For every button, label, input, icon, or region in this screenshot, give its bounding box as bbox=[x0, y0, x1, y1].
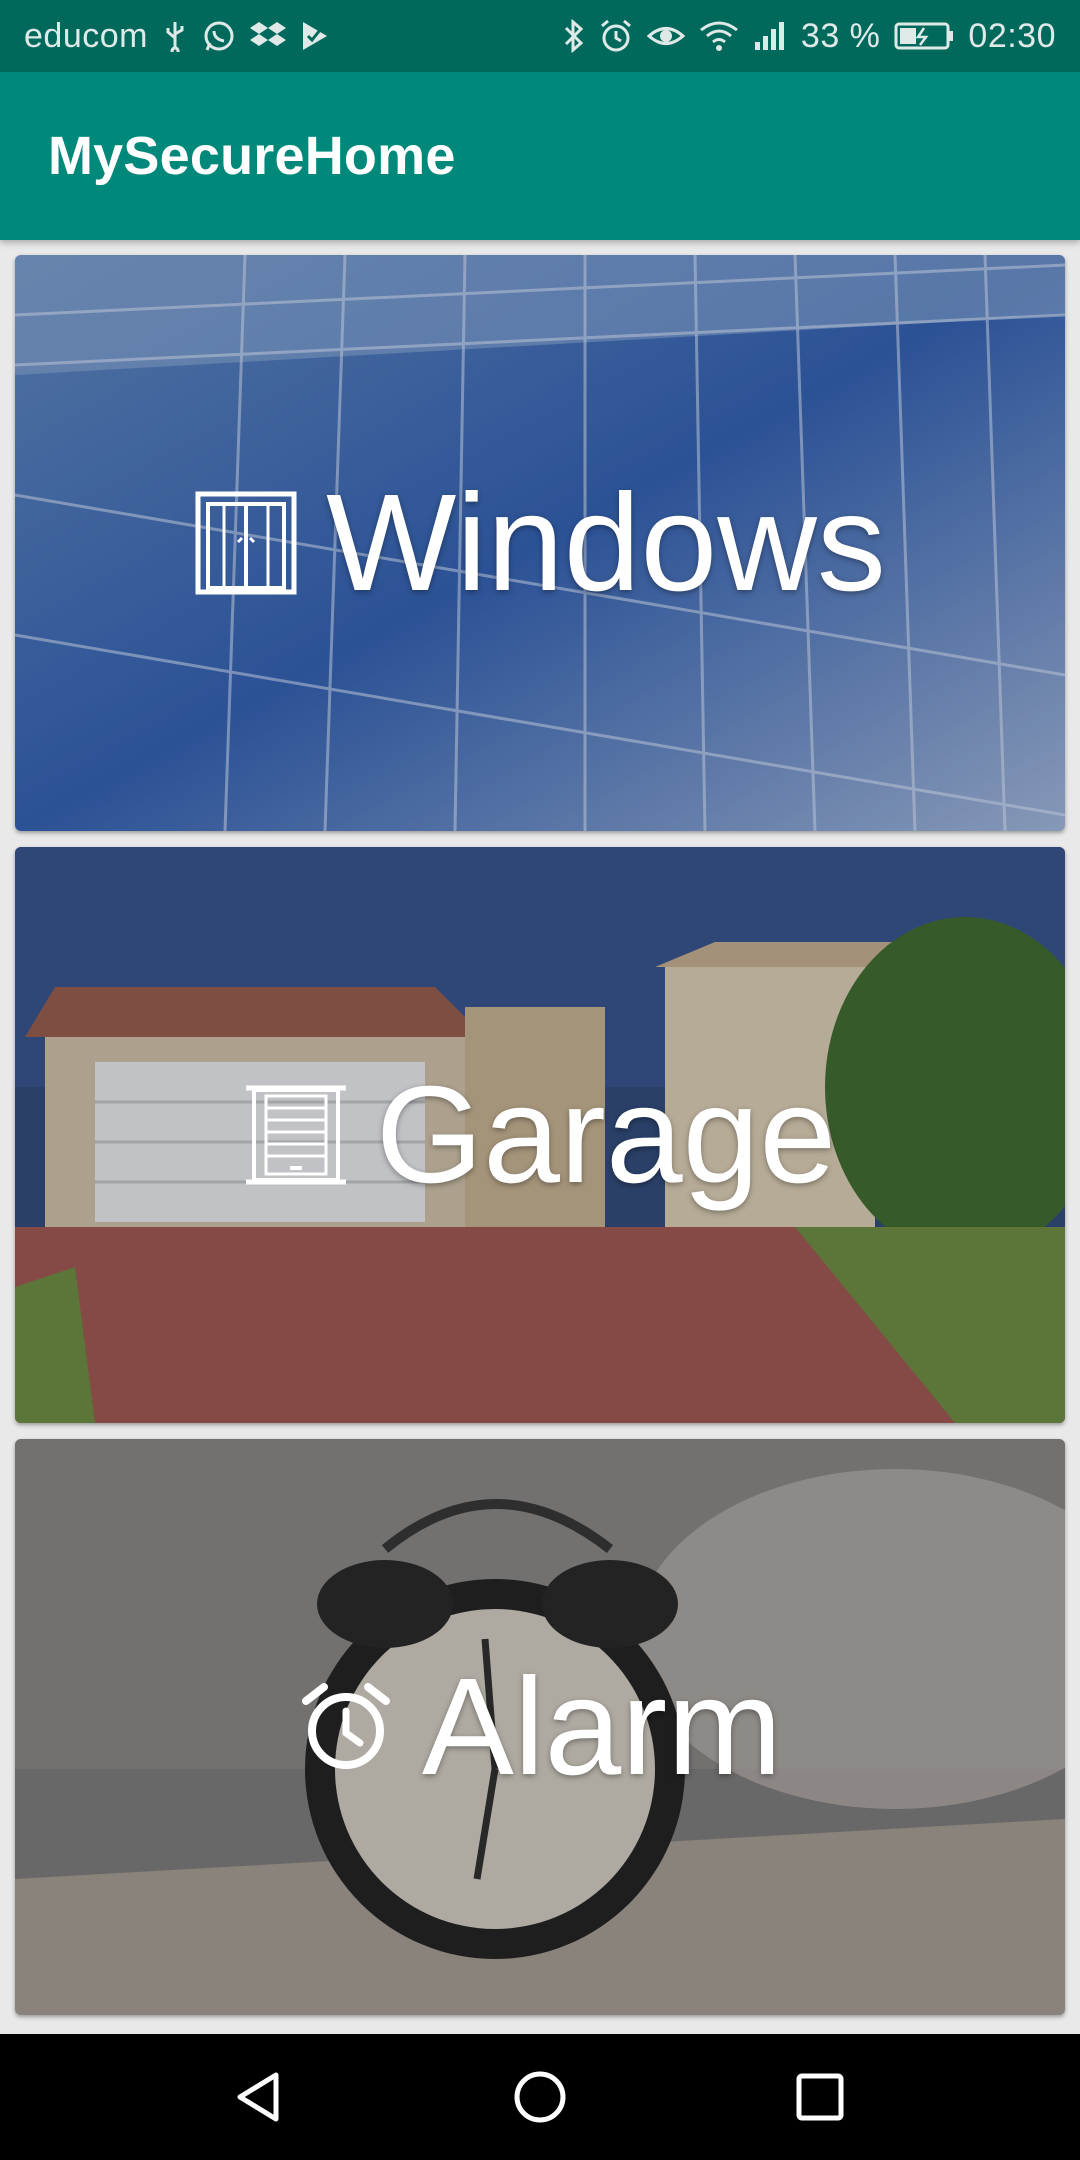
navigation-bar bbox=[0, 2034, 1080, 2160]
home-icon[interactable] bbox=[495, 2052, 585, 2142]
dropbox-icon bbox=[249, 20, 286, 52]
carrier-name: educom bbox=[24, 16, 148, 55]
status-bar-right: 33 % 02:30 bbox=[563, 17, 1056, 56]
battery-icon bbox=[894, 21, 954, 51]
garage-card-content: Garage bbox=[15, 847, 1065, 1423]
usb-icon bbox=[162, 20, 188, 52]
alarm-card[interactable]: Alarm bbox=[15, 1439, 1065, 2015]
windows-card-label: Windows bbox=[326, 465, 886, 620]
alarm-clock-icon bbox=[298, 1679, 394, 1775]
windows-card[interactable]: Windows bbox=[15, 255, 1065, 831]
recents-icon[interactable] bbox=[775, 2052, 865, 2142]
task-icon bbox=[300, 20, 330, 52]
signal-icon bbox=[753, 20, 787, 52]
wifi-icon bbox=[699, 20, 739, 52]
garage-card[interactable]: Garage bbox=[15, 847, 1065, 1423]
app-bar: MySecureHome bbox=[0, 72, 1080, 240]
garage-card-label: Garage bbox=[375, 1057, 837, 1212]
battery-percent: 33 % bbox=[800, 16, 881, 55]
alarm-card-label: Alarm bbox=[421, 1649, 783, 1804]
whatsapp-icon bbox=[202, 19, 236, 53]
window-icon bbox=[194, 490, 298, 596]
alarm-card-content: Alarm bbox=[15, 1439, 1065, 2015]
alarm-icon bbox=[599, 19, 633, 53]
eye-icon bbox=[646, 21, 685, 51]
bluetooth-icon bbox=[563, 19, 585, 53]
app-title: MySecureHome bbox=[48, 126, 456, 186]
clock-time: 02:30 bbox=[968, 16, 1056, 55]
garage-door-icon bbox=[244, 1082, 348, 1188]
status-bar-left: educom bbox=[24, 17, 330, 56]
windows-card-content: Windows bbox=[15, 255, 1065, 831]
back-icon[interactable] bbox=[215, 2052, 305, 2142]
status-bar: educom 33 % 02:30 bbox=[0, 0, 1080, 72]
